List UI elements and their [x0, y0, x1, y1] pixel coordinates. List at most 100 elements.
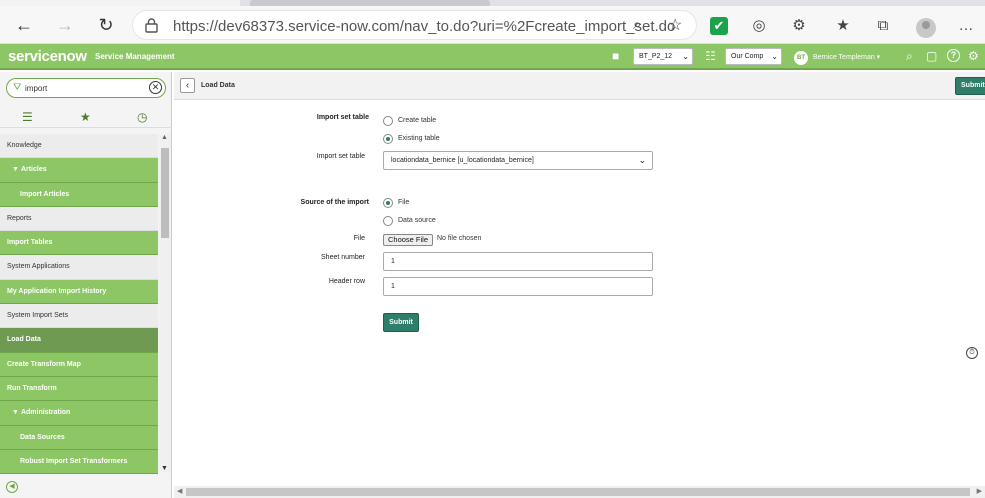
- header-submit-button[interactable]: Submit: [955, 77, 985, 95]
- update-set-select[interactable]: BT_P2_12 ⌄: [633, 48, 693, 65]
- sidebar-scrollbar[interactable]: ▲ ▼: [159, 134, 171, 472]
- servicenow-header: servicenow Service Management ■ BT_P2_12…: [0, 44, 985, 70]
- back-button[interactable]: ‹: [180, 78, 195, 93]
- import-set-table-value: locationdata_bernice [u_locationdata_ber…: [391, 157, 534, 164]
- help-icon[interactable]: ?: [947, 49, 960, 62]
- nav-item-label: Data Sources: [20, 433, 65, 441]
- nav-item-label: Create Transform Map: [7, 360, 81, 368]
- nav-application[interactable]: Knowledge: [0, 134, 158, 159]
- chevron-down-icon: ⌄: [771, 52, 778, 61]
- expand-triangle-icon[interactable]: ▼: [12, 409, 19, 416]
- scrollbar-thumb[interactable]: [186, 488, 970, 496]
- file-label: File: [353, 235, 365, 242]
- browser-toolbar: ← → ↻ https://dev68373.service-now.com/n…: [0, 6, 985, 44]
- company-value: Our Comp: [731, 53, 764, 60]
- back-arrow-icon[interactable]: ←: [12, 13, 36, 37]
- lock-icon[interactable]: [145, 18, 158, 33]
- nav-module[interactable]: Load Data: [0, 328, 158, 353]
- import-set-table-select[interactable]: locationdata_bernice [u_locationdata_ber…: [383, 151, 653, 170]
- nav-module[interactable]: Data Sources: [0, 425, 158, 450]
- history-tab-icon[interactable]: ◷: [137, 110, 147, 124]
- navigator-sidebar: ⛛ import ✕ ☰ ★ ◷ Knowledge ▼ Articles Impor…: [0, 72, 172, 498]
- nav-application[interactable]: System Applications: [0, 255, 158, 280]
- collections-icon[interactable]: ⧉: [874, 17, 892, 35]
- collapse-navigator-icon[interactable]: ◀: [6, 481, 18, 493]
- more-options-icon[interactable]: …: [957, 17, 975, 35]
- nav-module[interactable]: My Application Import History: [0, 279, 158, 305]
- header-row-label: Header row: [328, 278, 365, 285]
- nav-item-label: Load Data: [7, 336, 41, 344]
- import-set-table-label: Import set table: [316, 114, 369, 121]
- favorites-tab-icon[interactable]: ★: [80, 110, 91, 124]
- browser-profile-avatar[interactable]: [916, 18, 936, 38]
- clear-filter-icon[interactable]: ✕: [149, 81, 162, 94]
- nav-module[interactable]: Robust Import Set Transformers: [0, 449, 158, 475]
- scroll-left-arrow-icon[interactable]: ◀: [177, 487, 182, 495]
- timer-icon[interactable]: ⏱: [966, 347, 978, 359]
- company-select[interactable]: Our Comp ⌄: [725, 48, 782, 65]
- scrollbar-thumb[interactable]: [161, 148, 169, 238]
- favorite-star-icon[interactable]: ☆: [668, 15, 682, 35]
- search-icon[interactable]: ⌕: [906, 49, 913, 64]
- nav-item-label: Administration: [20, 409, 71, 417]
- nav-item-label: Run Transform: [7, 384, 57, 392]
- nav-module[interactable]: ▼ Administration: [0, 401, 158, 426]
- nav-item-label: Robust Import Set Transformers: [20, 457, 128, 465]
- navigator-filter-input[interactable]: ⛛ import ✕: [6, 78, 166, 98]
- nav-module[interactable]: Import Articles: [0, 182, 158, 207]
- chevron-down-icon: ⌄: [638, 155, 646, 165]
- update-set-value: BT_P2_12: [639, 53, 673, 60]
- scroll-down-arrow-icon[interactable]: ▼: [161, 465, 168, 472]
- extensions-puzzle-icon[interactable]: ⚙: [790, 17, 808, 35]
- user-menu[interactable]: Bernice Templeman ▾: [813, 53, 880, 61]
- nav-module[interactable]: ▼ Articles: [0, 158, 158, 183]
- scroll-up-arrow-icon[interactable]: ▲: [161, 134, 168, 141]
- shield-icon[interactable]: ■: [612, 49, 619, 63]
- navigator-tabs: ☰ ★ ◷: [0, 106, 172, 128]
- create-table-label: Create table: [398, 117, 437, 124]
- chat-icon[interactable]: ▢: [926, 49, 937, 63]
- page-title: Load Data: [201, 82, 235, 89]
- content-horizontal-scrollbar[interactable]: ◀ ▶: [174, 486, 985, 498]
- filter-text[interactable]: import: [25, 84, 47, 93]
- nav-module[interactable]: Create Transform Map: [0, 352, 158, 377]
- scroll-right-arrow-icon[interactable]: ▶: [977, 487, 982, 495]
- servicenow-logo[interactable]: servicenow: [8, 48, 87, 65]
- zoom-icon[interactable]: ⌕: [633, 16, 641, 33]
- user-avatar[interactable]: BT: [794, 51, 808, 65]
- broadcast-extension-icon[interactable]: ◎: [750, 17, 768, 35]
- create-table-radio[interactable]: [383, 116, 393, 126]
- source-data-source-radio[interactable]: [383, 216, 393, 226]
- nav-item-label: Reports: [7, 214, 32, 222]
- choose-file-button[interactable]: Choose File: [383, 234, 433, 246]
- forward-arrow-icon[interactable]: →: [53, 13, 77, 37]
- nav-item-label: System Applications: [7, 263, 70, 271]
- settings-gear-icon[interactable]: ⚙: [968, 49, 979, 63]
- nav-item-label: Import Articles: [20, 190, 70, 198]
- nav-application[interactable]: System Import Sets: [0, 304, 158, 329]
- header-row-input[interactable]: 1: [383, 277, 653, 296]
- submit-button[interactable]: Submit: [383, 313, 419, 332]
- sheet-number-label: Sheet number: [321, 254, 365, 261]
- content-title-bar: ‹ Load Data Submit: [174, 72, 985, 100]
- nav-module[interactable]: Import Tables: [0, 231, 158, 256]
- source-file-label: File: [398, 199, 410, 206]
- expand-triangle-icon[interactable]: ▼: [12, 166, 19, 173]
- import-set-table-select-label: Import set table: [316, 153, 365, 160]
- source-file-radio[interactable]: [383, 198, 393, 208]
- sheet-number-input[interactable]: 1: [383, 252, 653, 271]
- nav-module[interactable]: Run Transform: [0, 376, 158, 402]
- all-apps-tab-icon[interactable]: ☰: [22, 110, 33, 124]
- tree-icon[interactable]: ☷: [705, 49, 716, 63]
- url-text[interactable]: https://dev68373.service-now.com/nav_to.…: [173, 18, 675, 35]
- navigator-menu: Knowledge ▼ Articles Import Articles Reports…: [0, 134, 158, 475]
- refresh-icon[interactable]: ↻: [94, 13, 118, 37]
- checkmark-extension-icon[interactable]: ✔: [710, 17, 728, 35]
- favorites-icon[interactable]: ★: [834, 17, 852, 35]
- address-bar[interactable]: https://dev68373.service-now.com/nav_to.…: [132, 10, 697, 40]
- no-file-text: No file chosen: [437, 235, 482, 242]
- chevron-down-icon: ⌄: [682, 52, 689, 61]
- nav-item-label: Knowledge: [7, 142, 42, 149]
- nav-application[interactable]: Reports: [0, 206, 158, 232]
- existing-table-radio[interactable]: [383, 134, 393, 144]
